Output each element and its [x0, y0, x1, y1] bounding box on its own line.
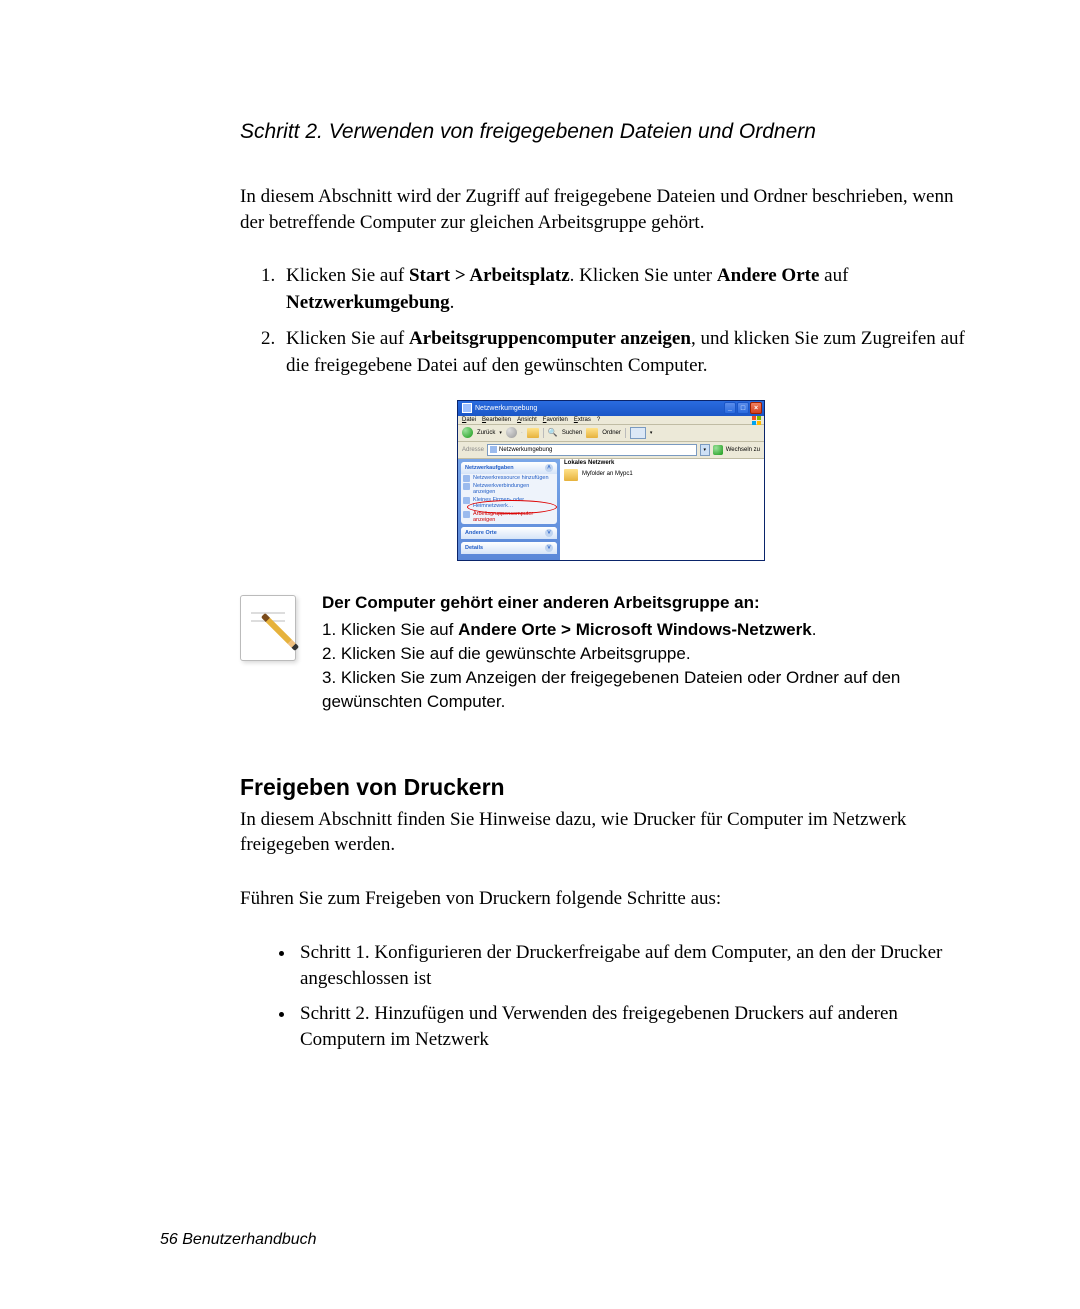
section-intro: In diesem Abschnitt finden Sie Hinweise … [240, 807, 980, 858]
dropdown-arrow-icon[interactable]: ▾ [650, 430, 653, 436]
xp-addressbar: Adresse Netzwerkumgebung ▾ Wechseln zu [458, 442, 764, 459]
bullet-list: Schritt 1. Konfigurieren der Druckerfrei… [240, 940, 980, 1054]
bold: Andere Orte [717, 265, 820, 286]
address-value: Netzwerkumgebung [499, 447, 552, 453]
task-link[interactable]: Netzwerkressource hinzufügen [461, 474, 557, 482]
text: 1. Klicken Sie auf [322, 620, 458, 639]
windows-flag-icon [752, 416, 762, 426]
back-button[interactable] [462, 427, 473, 438]
text: . [450, 292, 455, 313]
go-button[interactable] [713, 445, 723, 455]
note-icon [240, 591, 304, 714]
expand-icon[interactable]: ˅ [545, 529, 553, 537]
step-2: Klicken Sie auf Arbeitsgruppencomputer a… [280, 326, 980, 379]
menu-item[interactable]: Datei [462, 417, 476, 423]
address-dropdown[interactable]: ▾ [700, 444, 710, 456]
bold: Netzwerkumgebung [286, 292, 450, 313]
tasks-header[interactable]: Netzwerkaufgaben ˄ [461, 462, 557, 474]
details-header[interactable]: Details ˅ [461, 542, 557, 554]
minimize-button[interactable]: _ [724, 402, 736, 414]
address-icon [490, 446, 497, 453]
intro-paragraph: In diesem Abschnitt wird der Zugriff auf… [240, 184, 980, 235]
back-label: Zurück [477, 430, 495, 436]
red-highlight-ellipse [467, 500, 557, 514]
expand-icon[interactable]: ˅ [545, 544, 553, 552]
xp-menubar: Datei Bearbeiten Ansicht Favoriten Extra… [458, 416, 764, 425]
note-title: Der Computer gehört einer anderen Arbeit… [322, 593, 760, 612]
text: . [812, 620, 817, 639]
text: Klicken Sie auf [286, 265, 409, 286]
text: . Klicken Sie unter [570, 265, 717, 286]
text: auf [819, 265, 848, 286]
close-button[interactable]: × [750, 402, 762, 414]
menu-item[interactable]: ? [597, 417, 600, 423]
bold: Start > Arbeitsplatz [409, 265, 570, 286]
search-label: Suchen [562, 430, 582, 436]
menu-item[interactable]: Extras [574, 417, 591, 423]
details-header-label: Details [465, 545, 483, 551]
xp-main-pane: Lokales Netzwerk Myfolder an Mypc1 [560, 459, 764, 560]
places-header[interactable]: Andere Orte ˅ [461, 527, 557, 539]
note-line: 3. Klicken Sie zum Anzeigen der freigege… [322, 666, 980, 714]
window-icon [462, 403, 472, 413]
menu-item[interactable]: Favoriten [543, 417, 568, 423]
window-title: Netzwerkumgebung [475, 405, 537, 412]
text: Klicken Sie auf [286, 328, 409, 349]
menu-item[interactable]: Bearbeiten [482, 417, 511, 423]
column-header: Lokales Netzwerk [560, 459, 764, 467]
shared-folder-item[interactable]: Myfolder an Mypc1 [560, 467, 764, 481]
section-heading: Freigeben von Druckern [240, 774, 980, 801]
step-heading: Schritt 2. Verwenden von freigegebenen D… [240, 120, 980, 144]
task-link[interactable]: Netzwerkverbindungen anzeigen [461, 482, 557, 496]
xp-toolbar: Zurück ▾ · 🔍 Suchen Ordner ▾ [458, 425, 764, 442]
search-icon[interactable]: 🔍 [548, 428, 558, 437]
folders-label: Ordner [602, 430, 621, 436]
xp-sidebar: Netzwerkaufgaben ˄ Netzwerkressource hin… [458, 459, 560, 560]
note-block: Der Computer gehört einer anderen Arbeit… [240, 591, 980, 714]
places-panel: Andere Orte ˅ [461, 527, 557, 539]
address-input[interactable]: Netzwerkumgebung [487, 444, 697, 456]
xp-window: Netzwerkumgebung _ □ × Datei Bearbeiten … [457, 400, 765, 561]
go-label: Wechseln zu [726, 447, 760, 453]
note-text: Der Computer gehört einer anderen Arbeit… [322, 591, 980, 714]
bold: Andere Orte > Microsoft Windows-Netzwerk [458, 620, 812, 639]
up-folder-button[interactable] [527, 428, 539, 438]
step-1: Klicken Sie auf Start > Arbeitsplatz. Kl… [280, 263, 980, 316]
bullet-item: Schritt 2. Hinzufügen und Verwenden des … [296, 1001, 980, 1054]
folders-button[interactable] [586, 428, 598, 438]
address-label: Adresse [462, 447, 484, 453]
dropdown-arrow-icon[interactable]: ▾ [499, 430, 502, 436]
xp-titlebar: Netzwerkumgebung _ □ × [458, 401, 764, 416]
collapse-icon[interactable]: ˄ [545, 464, 553, 472]
menu-item[interactable]: Ansicht [517, 417, 537, 423]
details-panel: Details ˅ [461, 542, 557, 554]
note-line: 2. Klicken Sie auf die gewünschte Arbeit… [322, 642, 980, 666]
views-button[interactable] [630, 427, 646, 439]
embedded-screenshot: Netzwerkumgebung _ □ × Datei Bearbeiten … [457, 400, 763, 561]
maximize-button[interactable]: □ [737, 402, 749, 414]
page-footer: 56 Benutzerhandbuch [160, 1231, 317, 1249]
bullet-item: Schritt 1. Konfigurieren der Druckerfrei… [296, 940, 980, 993]
tasks-header-label: Netzwerkaufgaben [465, 465, 514, 471]
section-lead: Führen Sie zum Freigeben von Druckern fo… [240, 886, 980, 912]
forward-button[interactable] [506, 427, 517, 438]
tasks-panel: Netzwerkaufgaben ˄ Netzwerkressource hin… [461, 462, 557, 524]
numbered-steps: Klicken Sie auf Start > Arbeitsplatz. Kl… [240, 263, 980, 379]
places-header-label: Andere Orte [465, 530, 497, 536]
bold: Arbeitsgruppencomputer anzeigen [409, 328, 691, 349]
